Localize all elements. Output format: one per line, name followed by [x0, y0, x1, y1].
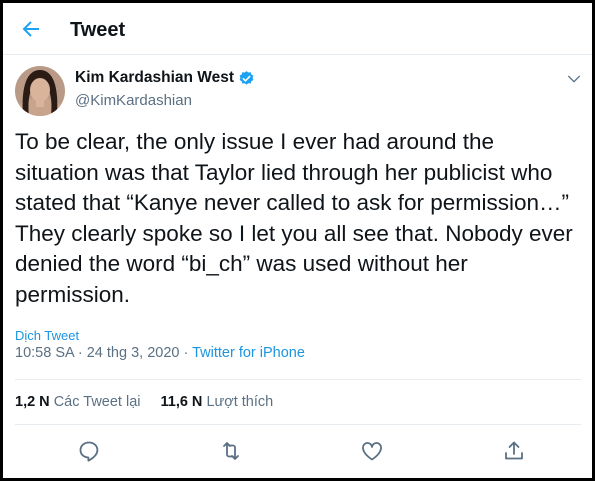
tweet-line: They clearly spoke so I let you all see …	[15, 220, 573, 246]
tweet-line: stated that “Kanye never called to ask f…	[15, 190, 570, 215]
author-name[interactable]: Kim Kardashian West	[75, 69, 234, 87]
share-icon[interactable]	[502, 439, 526, 463]
tweet-line: denied the word “bi_ch” was used without…	[15, 251, 468, 276]
tweet-line: situation was that Taylor lied through h…	[15, 159, 553, 185]
divider	[15, 379, 581, 380]
tweet-meta: 10:58 SA · 24 thg 3, 2020 · Twitter for …	[15, 345, 305, 361]
retweet-icon[interactable]	[219, 439, 243, 463]
tweet-line: permission.	[15, 281, 131, 307]
avatar[interactable]	[15, 66, 65, 116]
likes-count: 11,6 N	[160, 394, 203, 410]
retweets-label: Các Tweet lại	[53, 394, 141, 410]
retweets-count: 1,2 N	[15, 394, 50, 410]
translate-tweet-link[interactable]: Dịch Tweet	[15, 328, 79, 343]
likes-label: Lượt thích	[206, 394, 274, 410]
timestamp[interactable]: 10:58 SA · 24 thg 3, 2020 ·	[15, 345, 192, 361]
tweet-text: To be clear, the only issue I ever had a…	[15, 127, 585, 310]
action-bar	[3, 439, 592, 465]
reply-icon[interactable]	[77, 439, 101, 463]
page-title: Tweet	[70, 19, 126, 41]
arrow-left-icon[interactable]	[19, 17, 43, 41]
likes-stat[interactable]: 11,6 N Lượt thích	[160, 394, 273, 410]
chevron-down-icon[interactable]	[566, 71, 582, 87]
divider	[15, 424, 581, 425]
author-handle[interactable]: @KimKardashian	[75, 92, 192, 109]
retweets-stat[interactable]: 1,2 N Các Tweet lại	[15, 394, 140, 410]
verified-badge-icon	[239, 70, 254, 85]
avatar-image	[15, 66, 65, 116]
tweet-window: Tweet Kim Kardashian West @KimKardashian…	[0, 0, 595, 481]
author-name-row: Kim Kardashian West	[75, 69, 255, 87]
tweet-line: To be clear, the only issue I ever had a…	[15, 129, 495, 154]
like-icon[interactable]	[360, 439, 384, 463]
source-link[interactable]: Twitter for iPhone	[192, 345, 305, 361]
page-header: Tweet	[3, 3, 592, 55]
tweet-stats: 1,2 N Các Tweet lại 11,6 N Lượt thích	[15, 394, 273, 410]
